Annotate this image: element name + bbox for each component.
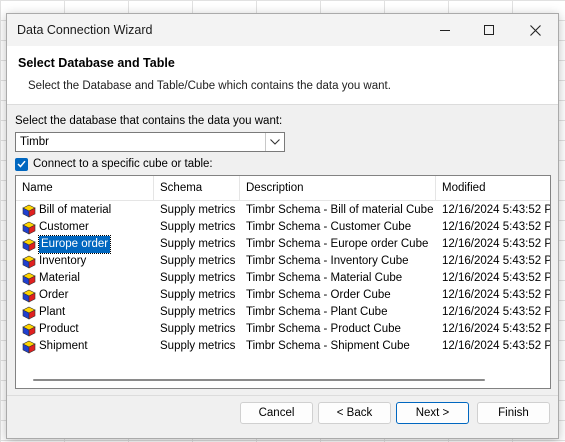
- row-schema: Supply metrics: [160, 255, 236, 267]
- row-modified: 12/16/2024 5:43:52 PM: [442, 340, 551, 352]
- checkmark-icon: [17, 160, 26, 168]
- row-modified: 12/16/2024 5:43:52 PM: [442, 238, 551, 250]
- table-row[interactable]: Customer Supply metrics Timbr Schema - Cus…: [16, 219, 551, 236]
- cube-table-list[interactable]: Name Schema Description Modified Bill of…: [15, 175, 551, 389]
- next-button[interactable]: Next >: [396, 402, 469, 424]
- table-row[interactable]: Plant Supply metrics Timbr Schema - Plant …: [16, 304, 551, 321]
- row-name-cell: Inventory: [16, 253, 154, 270]
- table-row[interactable]: Order Supply metrics Timbr Schema - Order …: [16, 287, 551, 304]
- database-dropdown-value: Timbr: [20, 136, 49, 148]
- connect-specific-cube-checkbox[interactable]: [15, 157, 28, 171]
- row-schema: Supply metrics: [160, 238, 236, 250]
- row-modified: 12/16/2024 5:43:52 PM: [442, 204, 551, 216]
- row-description: Timbr Schema - Europe order Cube: [246, 238, 429, 250]
- table-row[interactable]: Bill of material Supply metrics Timbr Sche…: [16, 202, 551, 219]
- cube-icon: [22, 272, 36, 286]
- row-name: Shipment: [39, 340, 88, 352]
- column-header-description[interactable]: Description: [240, 176, 436, 200]
- list-header: Name Schema Description Modified: [16, 176, 550, 201]
- row-name-cell: Material: [16, 270, 154, 287]
- row-name: Bill of material: [39, 204, 112, 216]
- row-name: Order: [39, 289, 69, 301]
- title-bar: Data Connection Wizard: [7, 14, 558, 46]
- row-description: Timbr Schema - Customer Cube: [246, 221, 412, 233]
- maximize-icon: [484, 25, 494, 35]
- row-name-cell: Shipment: [16, 338, 154, 355]
- row-name: Material: [39, 272, 80, 284]
- cube-icon: [22, 255, 36, 269]
- connect-specific-cube-label: Connect to a specific cube or table:: [33, 158, 213, 170]
- connect-specific-cube-option[interactable]: Connect to a specific cube or table:: [15, 156, 213, 172]
- row-name-cell: Europe order: [16, 235, 154, 254]
- table-row[interactable]: Product Supply metrics Timbr Schema - Prod…: [16, 321, 551, 338]
- table-row[interactable]: Inventory Supply metrics Timbr Schema - In…: [16, 253, 551, 270]
- wizard-footer: Cancel < Back Next > Finish: [7, 395, 558, 438]
- close-icon: [529, 24, 541, 36]
- row-schema: Supply metrics: [160, 289, 236, 301]
- column-header-modified[interactable]: Modified: [436, 176, 550, 200]
- table-row[interactable]: Shipment Supply metrics Timbr Schema - Shi…: [16, 338, 551, 355]
- column-header-schema[interactable]: Schema: [154, 176, 240, 200]
- chevron-down-icon: [270, 139, 280, 145]
- row-description: Timbr Schema - Material Cube: [246, 272, 403, 284]
- cube-icon: [22, 289, 36, 303]
- cube-icon: [22, 323, 36, 337]
- back-button[interactable]: < Back: [318, 402, 391, 424]
- horizontal-scrollbar[interactable]: [16, 371, 550, 388]
- row-name-cell: Customer: [16, 219, 154, 236]
- row-description: Timbr Schema - Inventory Cube: [246, 255, 409, 267]
- row-name-cell: Order: [16, 287, 154, 304]
- row-modified: 12/16/2024 5:43:52 PM: [442, 255, 551, 267]
- cube-icon: [22, 204, 36, 218]
- row-schema: Supply metrics: [160, 272, 236, 284]
- dropdown-button[interactable]: [265, 133, 284, 151]
- table-row[interactable]: Europe order Supply metrics Timbr Schema -…: [16, 235, 551, 254]
- row-description: Timbr Schema - Bill of material Cube: [246, 204, 434, 216]
- cube-icon: [22, 340, 36, 354]
- row-name: Product: [39, 323, 79, 335]
- row-schema: Supply metrics: [160, 306, 236, 318]
- row-name: Customer: [39, 221, 89, 233]
- row-schema: Supply metrics: [160, 204, 236, 216]
- close-button[interactable]: [513, 14, 557, 46]
- database-dropdown[interactable]: Timbr: [15, 132, 285, 152]
- window-title: Data Connection Wizard: [17, 23, 153, 37]
- row-description: Timbr Schema - Product Cube: [246, 323, 401, 335]
- minimize-button[interactable]: [423, 14, 467, 46]
- row-description: Timbr Schema - Plant Cube: [246, 306, 388, 318]
- cube-icon: [22, 238, 36, 252]
- database-label: Select the database that contains the da…: [15, 115, 283, 127]
- row-name-cell: Plant: [16, 304, 154, 321]
- row-modified: 12/16/2024 5:43:52 PM: [442, 272, 551, 284]
- row-name: Europe order: [37, 235, 112, 254]
- minimize-icon: [440, 29, 450, 31]
- cancel-button[interactable]: Cancel: [240, 402, 313, 424]
- row-modified: 12/16/2024 5:43:52 PM: [442, 289, 551, 301]
- data-connection-wizard-dialog: Data Connection Wizard Select Database a…: [6, 13, 559, 439]
- row-name: Plant: [39, 306, 66, 318]
- row-schema: Supply metrics: [160, 221, 236, 233]
- cube-icon: [22, 306, 36, 320]
- page-subtitle: Select the Database and Table/Cube which…: [28, 80, 391, 92]
- page-title: Select Database and Table: [18, 56, 175, 70]
- wizard-header: Select Database and Table Select the Dat…: [7, 46, 558, 105]
- row-description: Timbr Schema - Shipment Cube: [246, 340, 410, 352]
- row-schema: Supply metrics: [160, 323, 236, 335]
- maximize-button[interactable]: [467, 14, 511, 46]
- row-modified: 12/16/2024 5:43:52 PM: [442, 323, 551, 335]
- row-name-cell: Product: [16, 321, 154, 338]
- row-schema: Supply metrics: [160, 340, 236, 352]
- row-name: Inventory: [39, 255, 87, 267]
- row-name-cell: Bill of material: [16, 202, 154, 219]
- scrollbar-thumb[interactable]: [33, 379, 485, 381]
- row-modified: 12/16/2024 5:43:52 PM: [442, 221, 551, 233]
- table-row[interactable]: Material Supply metrics Timbr Schema - Mat…: [16, 270, 551, 287]
- cube-icon: [22, 221, 36, 235]
- row-description: Timbr Schema - Order Cube: [246, 289, 391, 301]
- finish-button[interactable]: Finish: [477, 402, 550, 424]
- row-modified: 12/16/2024 5:43:52 PM: [442, 306, 551, 318]
- column-header-name[interactable]: Name: [16, 176, 154, 200]
